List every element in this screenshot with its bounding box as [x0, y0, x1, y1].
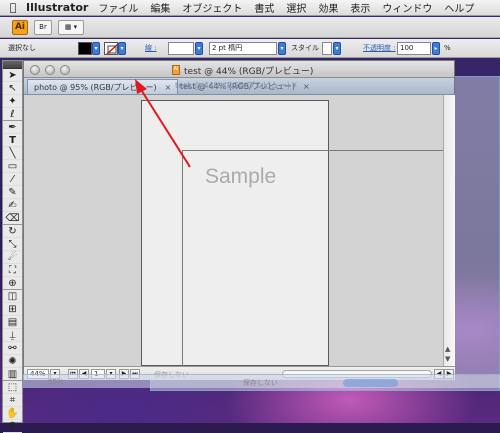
gradient-tool-icon[interactable]: ▤ — [3, 316, 22, 329]
profile-dropdown[interactable]: ▾ — [278, 42, 286, 55]
menu-effect[interactable]: 効果 — [318, 0, 338, 15]
document-window: Ai test @ 44% (RGB/プレビュー) photo @ 95% (R… — [23, 60, 455, 380]
fill-swatch[interactable] — [78, 42, 92, 55]
graph-tool-icon[interactable]: ▥ — [3, 368, 22, 381]
selection-status: 選択なし — [8, 44, 36, 52]
shape-builder-tool-icon[interactable]: ⊕ — [3, 277, 22, 290]
opacity-dropdown[interactable]: ▸ — [432, 42, 440, 55]
arrange-documents-button[interactable]: ▦ ▾ — [58, 19, 84, 35]
app-name-menu[interactable]: Illustrator — [26, 1, 88, 14]
rectangle-tool-icon[interactable]: ▭ — [3, 160, 22, 173]
menu-type[interactable]: 書式 — [254, 0, 274, 15]
slice-tool-icon[interactable]: ⌗ — [3, 394, 22, 407]
blob-brush-tool-icon[interactable]: ✍ — [3, 199, 22, 212]
perspective-grid-tool-icon[interactable]: ◫ — [3, 290, 22, 303]
scroll-down-arrow-icon[interactable]: ▼ — [445, 355, 450, 363]
close-window-button[interactable] — [30, 65, 40, 75]
style-swatch[interactable] — [322, 42, 332, 55]
ghost-status-bar: 95% 保存しない — [23, 374, 500, 388]
menu-edit[interactable]: 編集 — [150, 0, 170, 15]
scroll-up-arrow-icon[interactable]: ▲ — [445, 345, 450, 353]
zoom-window-button[interactable] — [60, 65, 70, 75]
direct-selection-tool-icon[interactable]: ↖ — [3, 82, 22, 95]
scale-tool-icon[interactable]: ⤡ — [3, 238, 22, 251]
ghost-zoom-level: 95% — [48, 378, 64, 386]
paintbrush-tool-icon[interactable]: ⁄ — [3, 173, 22, 186]
ghost-tab-test-label: test @ 44% (RGB/プレビュー) — [175, 81, 290, 90]
opacity-unit: % — [444, 44, 451, 52]
opacity-label-link[interactable]: 不透明度 : — [363, 42, 396, 55]
ai-document-icon: Ai — [172, 65, 180, 75]
none-slash-icon — [105, 43, 117, 54]
warp-tool-icon[interactable]: ☄ — [3, 251, 22, 264]
bridge-button[interactable]: Br — [34, 19, 52, 35]
stroke-label-link[interactable]: 線 : — [145, 42, 157, 55]
opacity-input[interactable]: 100 — [397, 42, 431, 55]
control-bar: 選択なし ▾ ▾ 線 : ▾ 2 pt 楕円 ▾ スタイル : ▾ 不透明度 :… — [0, 39, 500, 58]
variable-width-profile[interactable]: 2 pt 楕円 — [209, 42, 277, 55]
symbol-sprayer-tool-icon[interactable]: ✺ — [3, 355, 22, 368]
stroke-swatch[interactable] — [104, 42, 118, 55]
free-transform-tool-icon[interactable]: ⛶ — [3, 264, 22, 277]
pen-tool-icon[interactable]: ✒ — [3, 121, 22, 134]
selection-tool-icon[interactable]: ➤ — [3, 69, 22, 82]
rotate-tool-icon[interactable]: ↻ — [3, 225, 22, 238]
pencil-tool-icon[interactable]: ✎ — [3, 186, 22, 199]
style-dropdown[interactable]: ▾ — [333, 42, 341, 55]
eyedropper-tool-icon[interactable]: ⍊ — [3, 329, 22, 342]
document-window-title: test @ 44% (RGB/プレビュー) — [184, 67, 314, 77]
ghost-tab-close-icon: × — [291, 80, 298, 89]
tab-photo[interactable]: photo @ 95% (RGB/プレビュー) × — [27, 79, 179, 94]
menu-view[interactable]: 表示 — [350, 0, 370, 15]
minimize-window-button[interactable] — [45, 65, 55, 75]
apple-icon[interactable]:  — [0, 1, 26, 14]
line-tool-icon[interactable]: ╲ — [3, 147, 22, 160]
fill-dropdown[interactable]: ▾ — [92, 42, 100, 55]
menu-file[interactable]: ファイル — [98, 0, 138, 15]
stroke-weight-dropdown[interactable]: ▾ — [195, 42, 203, 55]
ghost-scroll-knob — [343, 379, 398, 387]
menu-object[interactable]: オブジェクト — [182, 0, 242, 15]
artboard-tool-icon[interactable]: ⬚ — [3, 381, 22, 394]
ghost-save-status: 保存しない — [243, 379, 278, 387]
tab-test-close-icon[interactable]: × — [303, 82, 310, 91]
hand-tool-icon[interactable]: ✋ — [3, 407, 22, 420]
style-label: スタイル : — [291, 44, 324, 52]
canvas-area[interactable]: Sample — [24, 95, 443, 366]
illustrator-logo: Ai — [12, 19, 28, 35]
stroke-dropdown[interactable]: ▾ — [118, 42, 126, 55]
tab-photo-label: photo @ 95% (RGB/プレビュー) — [34, 83, 157, 92]
mesh-tool-icon[interactable]: ⊞ — [3, 303, 22, 316]
document-title-bar[interactable]: Ai test @ 44% (RGB/プレビュー) — [24, 61, 454, 78]
menu-window[interactable]: ウィンドウ — [382, 0, 432, 15]
stroke-weight-input[interactable] — [168, 42, 194, 55]
lasso-tool-icon[interactable]: ℓ — [3, 108, 22, 121]
menu-select[interactable]: 選択 — [286, 0, 306, 15]
magic-wand-tool-icon[interactable]: ✦ — [3, 95, 22, 108]
vertical-scrollbar[interactable]: ▲ ▼ — [443, 95, 455, 366]
type-tool-icon[interactable]: T — [3, 134, 22, 147]
eraser-tool-icon[interactable]: ⌫ — [3, 212, 22, 225]
menu-help[interactable]: ヘルプ — [444, 0, 474, 15]
tools-panel-grip[interactable] — [3, 61, 22, 69]
application-bar: Ai Br ▦ ▾ — [0, 17, 500, 38]
blend-tool-icon[interactable]: ⚯ — [3, 342, 22, 355]
tab-photo-close-icon[interactable]: × — [165, 83, 172, 92]
zoom-tool-icon[interactable]: ⚲ — [3, 420, 22, 433]
menu-bar:  Illustrator ファイル 編集 オブジェクト 書式 選択 効果 表示… — [0, 0, 500, 16]
tools-panel: ➤ ↖ ✦ ℓ ✒ T ╲ ▭ ⁄ ✎ ✍ ⌫ ↻ ⤡ ☄ ⛶ ⊕ ◫ ⊞ ▤ … — [2, 60, 23, 433]
sample-text[interactable]: Sample — [205, 165, 276, 189]
